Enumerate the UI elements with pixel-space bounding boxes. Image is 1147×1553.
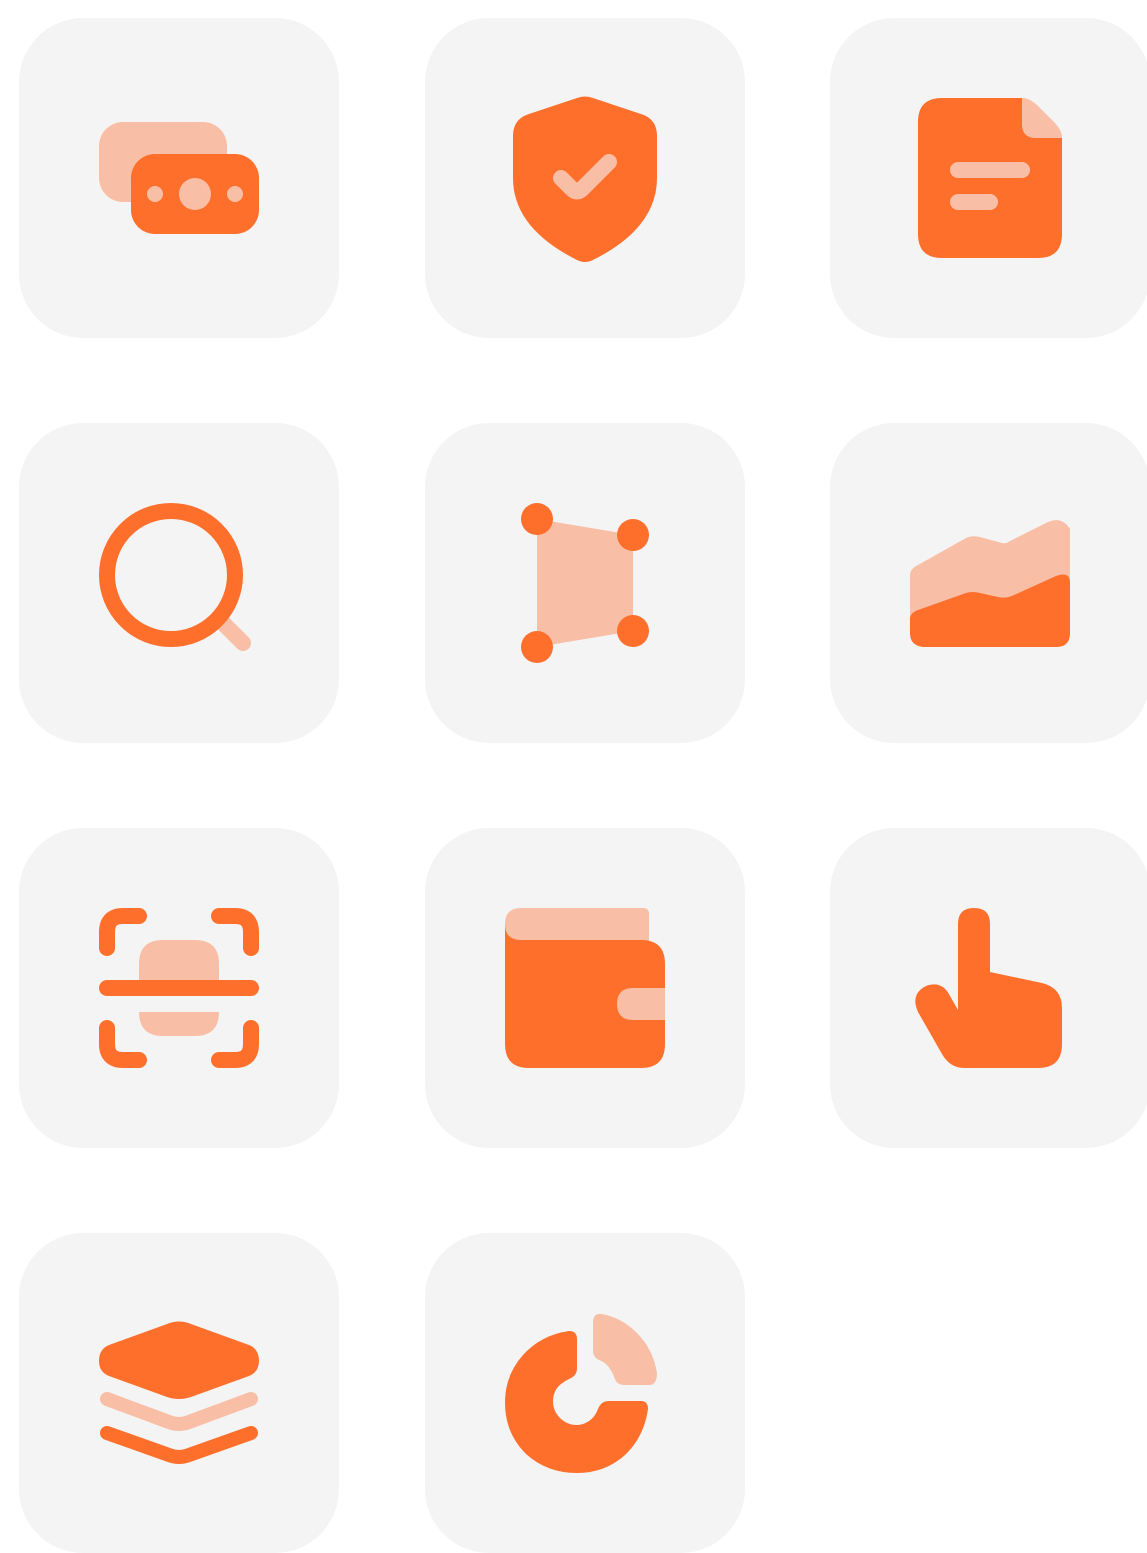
icon-tile-wallet[interactable]	[425, 828, 745, 1148]
icon-tile-donut-chart[interactable]	[425, 1233, 745, 1553]
pointer-hand-icon	[915, 908, 1062, 1068]
donut-chart-icon	[505, 1313, 657, 1473]
icon-tile-shield[interactable]	[425, 18, 745, 338]
icon-tile-pointer[interactable]	[830, 828, 1147, 1148]
icon-tile-money[interactable]	[19, 18, 339, 338]
layers-icon	[99, 1321, 259, 1464]
icon-tile-scan[interactable]	[19, 828, 339, 1148]
icon-tile-area-chart[interactable]	[830, 423, 1147, 743]
icon-tile-layers[interactable]	[19, 1233, 339, 1553]
icon-tile-search[interactable]	[19, 423, 339, 743]
search-icon	[99, 503, 251, 651]
scan-icon	[99, 908, 259, 1068]
icon-tile-document[interactable]	[830, 18, 1147, 338]
area-chart-icon	[910, 520, 1070, 647]
shape-nodes-icon	[521, 503, 649, 663]
shield-check-icon	[513, 96, 657, 262]
icon-tile-shape[interactable]	[425, 423, 745, 743]
money-icon	[99, 122, 259, 234]
document-icon	[918, 98, 1062, 258]
wallet-icon	[505, 908, 665, 1068]
